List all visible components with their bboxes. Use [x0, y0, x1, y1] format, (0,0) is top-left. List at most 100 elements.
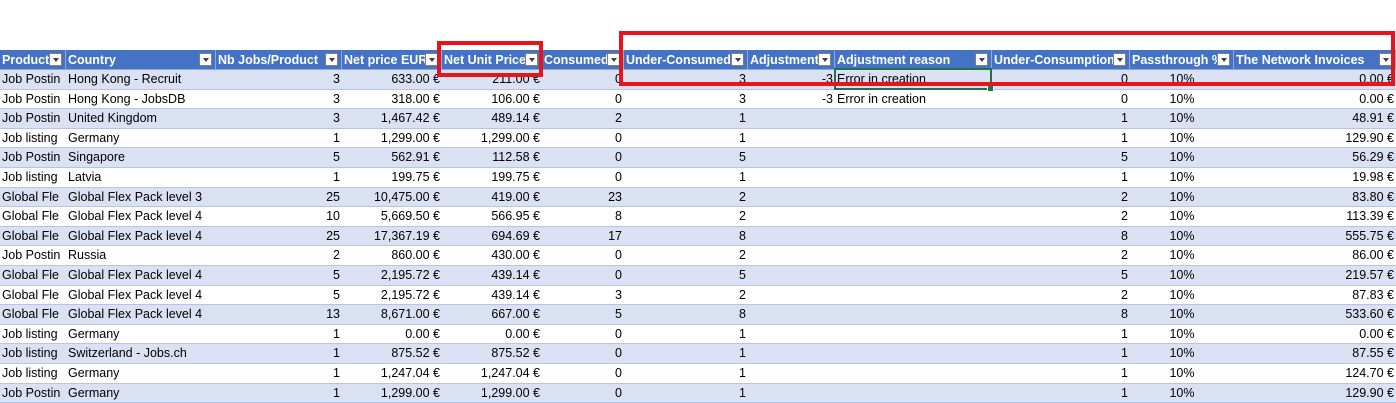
- cell-net-unit-price[interactable]: 667.00 €: [442, 305, 542, 324]
- cell-adjustment-reason[interactable]: [835, 129, 992, 148]
- cell-nb-jobs[interactable]: 1: [216, 168, 342, 187]
- cell-under-consumed[interactable]: 2: [624, 286, 748, 305]
- cell-under-consumed[interactable]: 1: [624, 364, 748, 383]
- cell-under-consumption[interactable]: 1: [992, 325, 1130, 344]
- cell-under-consumed[interactable]: 1: [624, 129, 748, 148]
- cell-adjustment-reason[interactable]: [835, 286, 992, 305]
- cell-consumed[interactable]: 0: [542, 246, 624, 265]
- cell-nb-jobs[interactable]: 10: [216, 207, 342, 226]
- cell-under-consumption[interactable]: 1: [992, 168, 1130, 187]
- cell-consumed[interactable]: 0: [542, 168, 624, 187]
- cell-adjustment-reason[interactable]: [835, 305, 992, 324]
- cell-passthrough[interactable]: 10%: [1130, 325, 1234, 344]
- cell-net-unit-price[interactable]: 1,299.00 €: [442, 384, 542, 403]
- cell-passthrough[interactable]: 10%: [1130, 188, 1234, 207]
- cell-network-invoices[interactable]: 555.75 €: [1234, 227, 1396, 246]
- cell-passthrough[interactable]: 10%: [1130, 266, 1234, 285]
- cell-net-unit-price[interactable]: 112.58 €: [442, 148, 542, 167]
- cell-country[interactable]: Russia: [66, 246, 216, 265]
- cell-under-consumed[interactable]: 1: [624, 109, 748, 128]
- cell-nb-jobs[interactable]: 1: [216, 364, 342, 383]
- cell-under-consumption[interactable]: 1: [992, 109, 1130, 128]
- cell-net-unit-price[interactable]: 106.00 €: [442, 90, 542, 109]
- cell-net-unit-price[interactable]: 430.00 €: [442, 246, 542, 265]
- cell-adjustment-reason[interactable]: [835, 188, 992, 207]
- cell-under-consumed[interactable]: 1: [624, 344, 748, 363]
- cell-nb-jobs[interactable]: 25: [216, 227, 342, 246]
- cell-net-price[interactable]: 1,247.04 €: [342, 364, 442, 383]
- cell-network-invoices[interactable]: 86.00 €: [1234, 246, 1396, 265]
- cell-product[interactable]: Global Fle: [0, 227, 66, 246]
- cell-nb-jobs[interactable]: 1: [216, 129, 342, 148]
- cell-net-unit-price[interactable]: 439.14 €: [442, 266, 542, 285]
- cell-adjustment-reason[interactable]: [835, 344, 992, 363]
- cell-consumed[interactable]: 0: [542, 129, 624, 148]
- cell-product[interactable]: Job Postin: [0, 148, 66, 167]
- cell-product[interactable]: Job listing: [0, 344, 66, 363]
- cell-nb-jobs[interactable]: 13: [216, 305, 342, 324]
- cell-nb-jobs[interactable]: 3: [216, 90, 342, 109]
- cell-consumed[interactable]: 0: [542, 266, 624, 285]
- cell-passthrough[interactable]: 10%: [1130, 168, 1234, 187]
- cell-consumed[interactable]: 17: [542, 227, 624, 246]
- cell-adjustment[interactable]: [748, 168, 835, 187]
- cell-adjustment[interactable]: [748, 286, 835, 305]
- cell-network-invoices[interactable]: 129.90 €: [1234, 129, 1396, 148]
- cell-consumed[interactable]: 0: [542, 344, 624, 363]
- cell-adjustment[interactable]: [748, 325, 835, 344]
- cell-country[interactable]: Hong Kong - Recruit: [66, 70, 216, 89]
- cell-passthrough[interactable]: 10%: [1130, 286, 1234, 305]
- header-product[interactable]: Product: [0, 50, 66, 69]
- cell-adjustment[interactable]: -3: [748, 90, 835, 109]
- cell-passthrough[interactable]: 10%: [1130, 207, 1234, 226]
- cell-product[interactable]: Global Fle: [0, 266, 66, 285]
- cell-consumed[interactable]: 5: [542, 305, 624, 324]
- cell-country[interactable]: Global Flex Pack level 4: [66, 227, 216, 246]
- cell-under-consumption[interactable]: 8: [992, 227, 1130, 246]
- cell-product[interactable]: Job listing: [0, 168, 66, 187]
- cell-nb-jobs[interactable]: 5: [216, 286, 342, 305]
- cell-network-invoices[interactable]: 113.39 €: [1234, 207, 1396, 226]
- cell-adjustment-reason[interactable]: [835, 227, 992, 246]
- cell-under-consumption[interactable]: 2: [992, 207, 1130, 226]
- cell-net-price[interactable]: 562.91 €: [342, 148, 442, 167]
- cell-net-unit-price[interactable]: 199.75 €: [442, 168, 542, 187]
- cell-network-invoices[interactable]: 124.70 €: [1234, 364, 1396, 383]
- cell-consumed[interactable]: 3: [542, 286, 624, 305]
- cell-adjustment[interactable]: [748, 344, 835, 363]
- cell-country[interactable]: Global Flex Pack level 4: [66, 207, 216, 226]
- filter-dropdown-icon[interactable]: [325, 53, 338, 66]
- cell-passthrough[interactable]: 10%: [1130, 109, 1234, 128]
- cell-adjustment[interactable]: [748, 384, 835, 403]
- cell-net-price[interactable]: 10,475.00 €: [342, 188, 442, 207]
- cell-adjustment[interactable]: [748, 364, 835, 383]
- cell-country[interactable]: Germany: [66, 129, 216, 148]
- cell-consumed[interactable]: 8: [542, 207, 624, 226]
- cell-net-unit-price[interactable]: 566.95 €: [442, 207, 542, 226]
- cell-nb-jobs[interactable]: 3: [216, 109, 342, 128]
- cell-adjustment[interactable]: [748, 305, 835, 324]
- cell-consumed[interactable]: 0: [542, 70, 624, 89]
- cell-network-invoices[interactable]: 533.60 €: [1234, 305, 1396, 324]
- cell-product[interactable]: Global Fle: [0, 188, 66, 207]
- cell-country[interactable]: Singapore: [66, 148, 216, 167]
- cell-country[interactable]: Germany: [66, 325, 216, 344]
- cell-passthrough[interactable]: 10%: [1130, 364, 1234, 383]
- cell-under-consumption[interactable]: 1: [992, 344, 1130, 363]
- cell-consumed[interactable]: 2: [542, 109, 624, 128]
- cell-passthrough[interactable]: 10%: [1130, 344, 1234, 363]
- cell-country[interactable]: Global Flex Pack level 4: [66, 305, 216, 324]
- cell-country[interactable]: Global Flex Pack level 4: [66, 286, 216, 305]
- cell-adjustment[interactable]: [748, 148, 835, 167]
- cell-net-price[interactable]: 1,299.00 €: [342, 129, 442, 148]
- cell-under-consumption[interactable]: 1: [992, 129, 1130, 148]
- cell-nb-jobs[interactable]: 1: [216, 325, 342, 344]
- cell-adjustment-reason[interactable]: [835, 246, 992, 265]
- cell-net-price[interactable]: 318.00 €: [342, 90, 442, 109]
- cell-adjustment-reason[interactable]: [835, 168, 992, 187]
- cell-network-invoices[interactable]: 56.29 €: [1234, 148, 1396, 167]
- cell-passthrough[interactable]: 10%: [1130, 384, 1234, 403]
- cell-network-invoices[interactable]: 87.55 €: [1234, 344, 1396, 363]
- cell-under-consumption[interactable]: 2: [992, 188, 1130, 207]
- cell-country[interactable]: Global Flex Pack level 4: [66, 266, 216, 285]
